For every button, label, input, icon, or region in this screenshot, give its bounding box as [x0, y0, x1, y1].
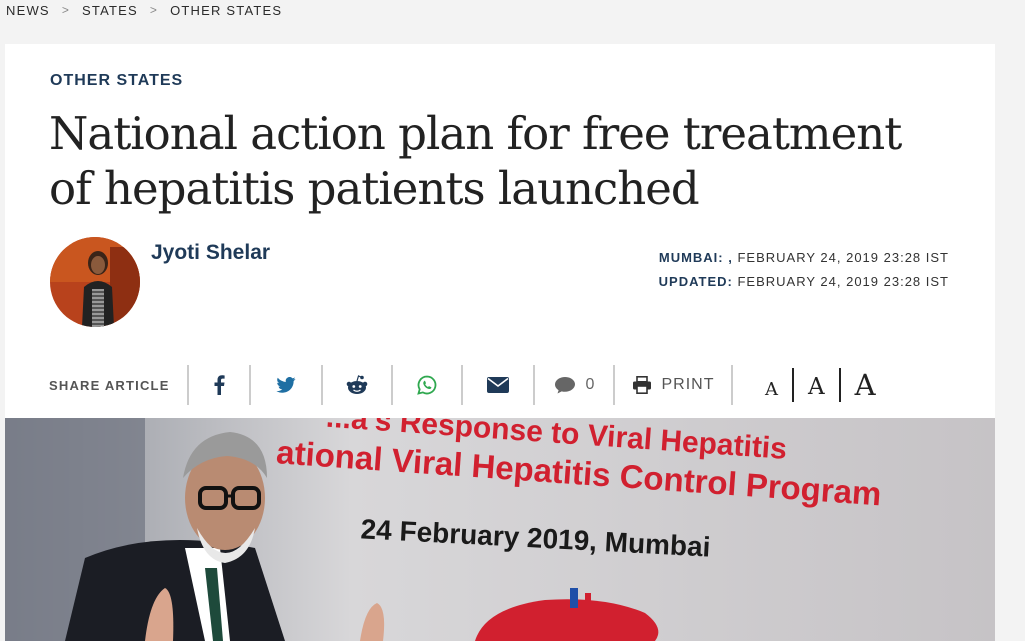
facebook-share-button[interactable]	[189, 365, 249, 405]
font-size-large-button[interactable]: A	[841, 368, 890, 402]
breadcrumb-other-states[interactable]: OTHER STATES	[170, 3, 282, 18]
page-title: National action plan for free treatment …	[49, 107, 902, 215]
print-button[interactable]: PRINT	[615, 365, 731, 405]
breadcrumb-separator: >	[61, 3, 71, 17]
hero-photo: ...a's Response to Viral Hepatitis ation…	[5, 418, 995, 641]
hero-image: ...a's Response to Viral Hepatitis ation…	[5, 418, 995, 641]
breadcrumb-states[interactable]: STATES	[82, 3, 138, 18]
font-size-medium-button[interactable]: A	[794, 370, 839, 400]
breadcrumb-separator: >	[149, 3, 159, 17]
breadcrumb-news[interactable]: NEWS	[6, 3, 50, 18]
print-label: PRINT	[661, 376, 715, 393]
article-card: OTHER STATES National action plan for fr…	[5, 44, 995, 641]
comment-icon	[554, 377, 575, 394]
dateline: MUMBAI: , FEBRUARY 24, 2019 23:28 IST UP…	[659, 246, 949, 294]
twitter-share-button[interactable]	[251, 365, 321, 405]
printer-icon	[632, 376, 651, 394]
email-icon	[487, 377, 509, 393]
reddit-icon	[346, 375, 368, 394]
updated-date: UPDATED: FEBRUARY 24, 2019 23:28 IST	[658, 274, 949, 289]
whatsapp-icon	[417, 375, 437, 395]
divider	[731, 365, 733, 405]
breadcrumb: NEWS > STATES > OTHER STATES	[6, 0, 282, 20]
author-name-link[interactable]: Jyoti Shelar	[151, 241, 270, 265]
avatar[interactable]	[50, 237, 140, 327]
facebook-icon	[214, 375, 225, 395]
comment-count: 0	[585, 376, 595, 393]
section-kicker[interactable]: OTHER STATES	[50, 72, 183, 90]
share-bar: SHARE ARTICLE 0 PRINT A A A	[49, 364, 949, 406]
published-date: MUMBAI: , FEBRUARY 24, 2019 23:28 IST	[658, 250, 949, 265]
whatsapp-share-button[interactable]	[393, 365, 461, 405]
twitter-icon	[276, 377, 296, 393]
share-article-label: SHARE ARTICLE	[49, 377, 170, 393]
comments-button[interactable]: 0	[535, 365, 613, 405]
reddit-share-button[interactable]	[323, 365, 391, 405]
email-share-button[interactable]	[463, 365, 533, 405]
author-photo	[50, 237, 140, 327]
font-size-small-button[interactable]: A	[751, 371, 792, 400]
font-size-controls: A A A	[751, 368, 890, 402]
